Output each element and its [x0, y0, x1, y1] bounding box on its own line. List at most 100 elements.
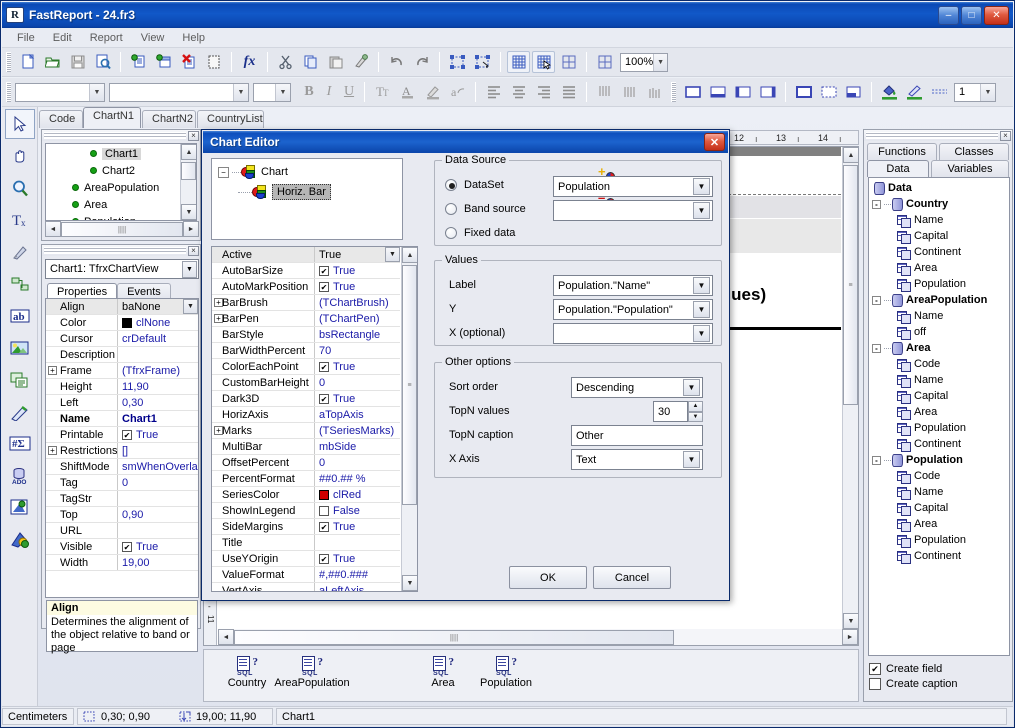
collapse-icon[interactable]: - — [872, 296, 881, 305]
data-field-areapopulation-name[interactable]: Name — [869, 308, 1009, 324]
text-object-icon[interactable]: ab — [5, 301, 35, 331]
property-row-top[interactable]: Top 0,90 — [46, 507, 198, 523]
radio-fixed-data[interactable]: Fixed data — [445, 227, 515, 239]
scroll-down-icon[interactable]: ▼ — [843, 613, 859, 629]
vertical-align-middle-icon[interactable] — [618, 81, 641, 103]
label-field-combo[interactable]: Population."Name" ▼ — [553, 275, 713, 296]
dock-grip[interactable] — [866, 132, 998, 139]
property-value[interactable]: 11,90 — [118, 379, 198, 394]
series-property-row-autobarsize[interactable]: AutoBarSize ✔ True — [212, 263, 400, 279]
series-property-row-multibar[interactable]: MultiBar mbSide — [212, 439, 400, 455]
chevron-down-icon[interactable]: ▼ — [980, 84, 995, 101]
preview-icon[interactable] — [91, 51, 114, 73]
series-property-row-barbrush[interactable]: + BarBrush (TChartBrush) — [212, 295, 400, 311]
chart-editor-dialog[interactable]: Chart Editor ✕ − Chart Horiz. Bar + – — [201, 129, 730, 601]
property-value[interactable]: aTopAxis — [315, 407, 400, 422]
hand-pan-icon[interactable] — [5, 141, 35, 171]
series-property-row-title[interactable]: Title — [212, 535, 400, 551]
property-value[interactable]: (TChartPen) — [315, 311, 400, 326]
series-property-row-vertaxis[interactable]: VertAxis aLeftAxis — [212, 583, 400, 591]
series-property-grid[interactable]: Active True ▼ AutoBarSize ✔ True AutoMar… — [211, 246, 418, 592]
property-value[interactable]: True ▼ — [315, 247, 400, 262]
data-node-country[interactable]: - Country — [869, 196, 1009, 212]
data-field-area-area[interactable]: Area — [869, 404, 1009, 420]
property-row-cursor[interactable]: Cursor crDefault — [46, 331, 198, 347]
property-row-url[interactable]: URL — [46, 523, 198, 539]
chevron-down-icon[interactable]: ▼ — [653, 54, 667, 71]
series-property-row-seriescolor[interactable]: SeriesColor clRed — [212, 487, 400, 503]
pencil-icon[interactable] — [5, 237, 35, 267]
ado-table-icon[interactable]: ADO — [5, 461, 35, 491]
redo-icon[interactable] — [410, 51, 433, 73]
data-field-country-capital[interactable]: Capital — [869, 228, 1009, 244]
chevron-down-icon[interactable]: ▼ — [233, 84, 248, 101]
property-row-description[interactable]: Description — [46, 347, 198, 363]
font-name-combo[interactable]: ▼ — [15, 83, 105, 102]
show-grid-icon[interactable] — [507, 51, 530, 73]
data-field-area-name[interactable]: Name — [869, 372, 1009, 388]
checkbox-icon[interactable]: ✔ — [319, 394, 329, 404]
data-node-population[interactable]: - Population — [869, 452, 1009, 468]
expand-icon[interactable]: + — [214, 314, 223, 323]
picture-object-icon[interactable] — [5, 333, 35, 363]
tab-countrylist[interactable]: CountryList — [197, 110, 264, 128]
series-property-row-horizaxis[interactable]: HorizAxis aTopAxis — [212, 407, 400, 423]
frame-none-icon[interactable] — [817, 81, 840, 103]
delete-page-icon[interactable] — [177, 51, 200, 73]
align-left-icon[interactable] — [482, 81, 505, 103]
save-report-icon[interactable] — [66, 51, 89, 73]
chevron-down-icon[interactable]: ▼ — [683, 451, 700, 468]
series-property-row-percentformat[interactable]: PercentFormat ##0.## % — [212, 471, 400, 487]
property-value[interactable] — [118, 523, 198, 538]
property-value[interactable]: bsRectangle — [315, 327, 400, 342]
property-row-tagstr[interactable]: TagStr — [46, 491, 198, 507]
data-field-population-continent[interactable]: Continent — [869, 548, 1009, 564]
scroll-thumb[interactable]: |||| — [234, 630, 674, 645]
property-value[interactable]: #,##0.### — [315, 567, 400, 582]
series-property-row-useyorigin[interactable]: UseYOrigin ✔ True — [212, 551, 400, 567]
chevron-down-icon[interactable]: ▼ — [693, 301, 710, 318]
tab-functions[interactable]: Functions — [867, 143, 937, 160]
style-combo[interactable]: ▼ — [109, 83, 249, 102]
checkbox-icon[interactable]: ✔ — [319, 522, 329, 532]
collapse-icon[interactable]: − — [218, 167, 229, 178]
minimize-button[interactable]: – — [938, 6, 959, 25]
chart-object-icon[interactable] — [5, 493, 35, 523]
font-color-icon[interactable]: A — [396, 81, 419, 103]
tab-chartn2[interactable]: ChartN2 — [142, 110, 196, 128]
series-property-row-sidemargins[interactable]: SideMargins ✔ True — [212, 519, 400, 535]
close-icon[interactable]: × — [1000, 131, 1011, 141]
checkbox-icon[interactable]: ✔ — [122, 430, 132, 440]
scroll-right-icon[interactable]: ► — [842, 629, 858, 645]
new-dialog-page-icon[interactable] — [152, 51, 175, 73]
property-value[interactable]: False — [315, 503, 400, 518]
property-value[interactable]: (TChartBrush) — [315, 295, 400, 310]
property-value[interactable]: clRed — [315, 487, 400, 502]
toolbar-grip[interactable] — [6, 52, 11, 72]
tree-node-chart1[interactable]: Chart1 — [46, 145, 180, 162]
property-row-width[interactable]: Width 19,00 — [46, 555, 198, 571]
chevron-down-icon[interactable]: ▼ — [693, 325, 710, 342]
property-row-visible[interactable]: Visible ✔ True — [46, 539, 198, 555]
data-field-area-code[interactable]: Code — [869, 356, 1009, 372]
report-tree-hscrollbar[interactable]: ◄ |||| ► — [45, 221, 199, 237]
data-field-population-population[interactable]: Population — [869, 532, 1009, 548]
dataset-combo[interactable]: Population ▼ — [553, 176, 713, 197]
property-value[interactable]: ✔ True — [315, 551, 400, 566]
chevron-down-icon[interactable]: ▼ — [89, 84, 104, 101]
property-value[interactable]: baNone ▼ — [118, 299, 198, 314]
property-value[interactable]: ✔ True — [315, 279, 400, 294]
zoom-combo[interactable]: 100% ▼ — [620, 53, 668, 72]
y-field-combo[interactable]: Population."Population" ▼ — [553, 299, 713, 320]
frame-right-icon[interactable] — [756, 81, 779, 103]
create-field-option[interactable]: ✔ Create field — [869, 663, 958, 675]
property-value[interactable]: smWhenOverlapped — [118, 459, 198, 474]
radio-icon[interactable] — [445, 227, 457, 239]
new-page-icon[interactable] — [127, 51, 150, 73]
chevron-down-icon[interactable]: ▼ — [683, 379, 700, 396]
property-value[interactable]: 0,90 — [118, 507, 198, 522]
property-value[interactable] — [315, 535, 400, 550]
spinner-buttons[interactable]: ▲ ▼ — [688, 401, 703, 422]
tree-node-areapopulation[interactable]: AreaPopulation — [46, 179, 180, 196]
radio-icon[interactable] — [445, 179, 457, 191]
